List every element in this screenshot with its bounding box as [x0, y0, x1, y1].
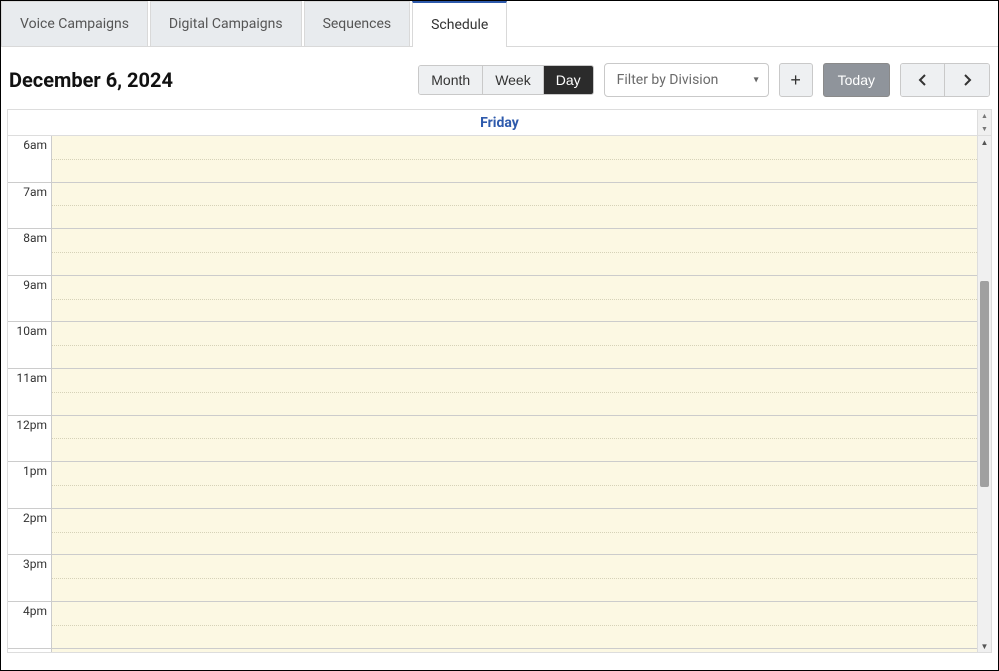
- scroll-down-icon[interactable]: ▼: [978, 640, 991, 652]
- time-label: 2pm: [8, 509, 51, 556]
- event-slot[interactable]: [52, 462, 991, 509]
- plus-icon: +: [790, 70, 801, 91]
- scroll-thumb[interactable]: [980, 281, 989, 488]
- view-week-button[interactable]: Week: [483, 66, 544, 94]
- calendar-grid: 6am 7am 8am 9am 10am 11am 12pm 1pm 2pm 3…: [8, 136, 991, 653]
- filter-wrapper: Filter by Division ▾: [604, 63, 769, 97]
- today-button[interactable]: Today: [823, 63, 890, 97]
- caret-down-icon: ▼: [981, 125, 988, 133]
- vertical-scrollbar[interactable]: ▲ ▼: [977, 136, 991, 652]
- prev-button[interactable]: [901, 64, 945, 96]
- view-day-button[interactable]: Day: [544, 66, 593, 94]
- filter-division-select[interactable]: Filter by Division: [604, 63, 769, 97]
- event-slot[interactable]: [52, 276, 991, 323]
- add-button[interactable]: +: [779, 63, 813, 97]
- tab-voice-campaigns[interactable]: Voice Campaigns: [1, 1, 148, 46]
- scroll-track[interactable]: [978, 148, 991, 640]
- date-title: December 6, 2024: [9, 68, 173, 92]
- filter-placeholder: Filter by Division: [617, 72, 719, 88]
- caret-up-icon: ▲: [981, 112, 988, 120]
- tab-bar: Voice Campaigns Digital Campaigns Sequen…: [1, 1, 998, 47]
- day-header: Friday ▲ ▼: [8, 110, 991, 136]
- scroll-up-icon[interactable]: ▲: [978, 136, 991, 148]
- view-switch: Month Week Day: [418, 65, 593, 95]
- event-slot[interactable]: [52, 555, 991, 602]
- event-slot[interactable]: [52, 183, 991, 230]
- time-label: 9am: [8, 276, 51, 323]
- chevron-left-icon: [918, 73, 928, 87]
- toolbar: December 6, 2024 Month Week Day Filter b…: [1, 47, 998, 109]
- header-scroll-arrows[interactable]: ▲ ▼: [977, 110, 991, 135]
- time-label: 12pm: [8, 416, 51, 463]
- time-label: 6am: [8, 136, 51, 183]
- time-label: 8am: [8, 229, 51, 276]
- event-slot[interactable]: [52, 369, 991, 416]
- event-slot[interactable]: [52, 136, 991, 183]
- event-slot[interactable]: [52, 322, 991, 369]
- event-slot[interactable]: [52, 509, 991, 556]
- nav-arrows: [900, 63, 990, 97]
- event-slot[interactable]: [52, 229, 991, 276]
- next-button[interactable]: [945, 64, 989, 96]
- tab-sequences[interactable]: Sequences: [304, 1, 411, 46]
- event-slot[interactable]: [52, 416, 991, 463]
- time-label: 3pm: [8, 555, 51, 602]
- day-header-label: Friday: [480, 115, 519, 131]
- time-label: 4pm: [8, 602, 51, 649]
- calendar: Friday ▲ ▼ 6am 7am 8am 9am 10am 11am 12p…: [7, 109, 992, 653]
- time-label: 1pm: [8, 462, 51, 509]
- time-column: 6am 7am 8am 9am 10am 11am 12pm 1pm 2pm 3…: [8, 136, 52, 653]
- time-label: 10am: [8, 322, 51, 369]
- time-label: 7am: [8, 183, 51, 230]
- event-column[interactable]: [52, 136, 991, 653]
- chevron-right-icon: [962, 73, 972, 87]
- event-slot[interactable]: [52, 602, 991, 649]
- view-month-button[interactable]: Month: [419, 66, 483, 94]
- tab-digital-campaigns[interactable]: Digital Campaigns: [150, 1, 302, 46]
- tab-schedule[interactable]: Schedule: [412, 1, 507, 47]
- time-label: 11am: [8, 369, 51, 416]
